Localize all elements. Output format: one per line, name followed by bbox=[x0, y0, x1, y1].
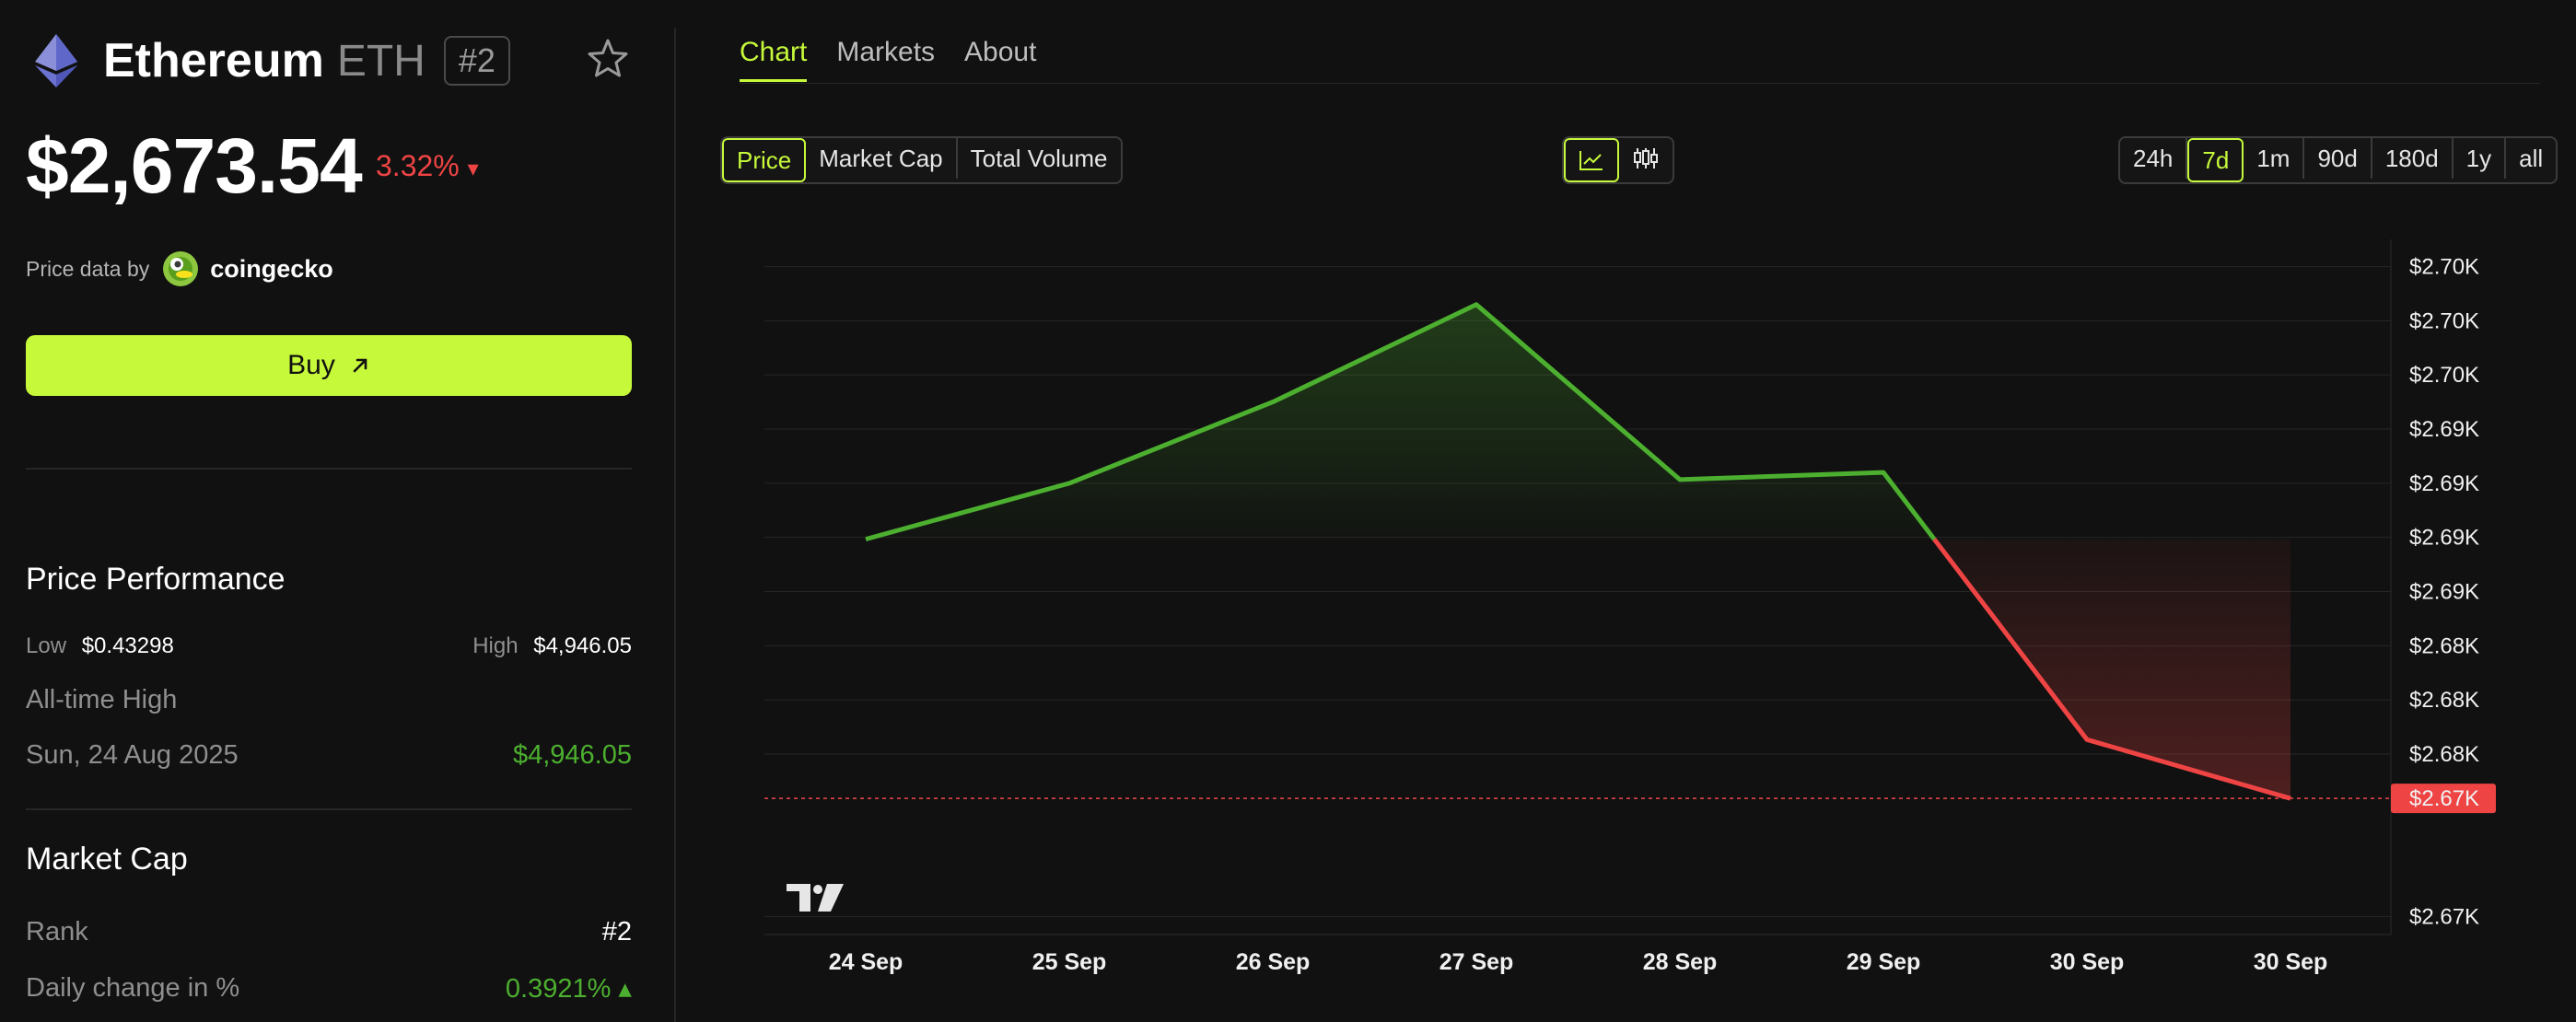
y-tick-label: $2.70K bbox=[2409, 255, 2479, 280]
area-below-start bbox=[1934, 539, 2290, 799]
price-source: Price data by coingecko bbox=[26, 250, 333, 287]
line-chart-button[interactable] bbox=[1564, 138, 1619, 182]
rank-label: Rank bbox=[26, 917, 88, 947]
price-performance-title: Price Performance bbox=[26, 562, 286, 597]
range-toggle: 24h 7d 1m 90d 180d 1y all bbox=[2118, 136, 2559, 184]
range-90d[interactable]: 90d bbox=[2304, 138, 2372, 179]
range-all[interactable]: all bbox=[2506, 138, 2556, 179]
x-tick-label: 29 Sep bbox=[1847, 949, 1921, 975]
y-tick-label: $2.67K bbox=[2409, 904, 2479, 929]
y-tick-label: $2.69K bbox=[2409, 471, 2479, 496]
daily-change-value: 0.3921% ▴ bbox=[505, 974, 632, 1004]
buy-button[interactable]: Buy bbox=[26, 335, 632, 396]
x-tick-label: 26 Sep bbox=[1236, 949, 1311, 975]
low-value: $0.43298 bbox=[81, 633, 174, 658]
price-source-label: Price data by bbox=[26, 256, 150, 281]
coin-header: Ethereum ETH #2 bbox=[35, 28, 510, 94]
ath-label: All-time High bbox=[26, 685, 178, 714]
metric-total-volume[interactable]: Total Volume bbox=[958, 138, 1121, 179]
range-24h[interactable]: 24h bbox=[2120, 138, 2188, 179]
metric-toggle: Price Market Cap Total Volume bbox=[720, 136, 1123, 184]
x-tick-label: 27 Sep bbox=[1440, 949, 1514, 975]
ethereum-icon bbox=[35, 34, 77, 87]
tab-underline bbox=[740, 83, 2540, 84]
y-tick-label: $2.70K bbox=[2409, 308, 2479, 333]
coingecko-logo-icon bbox=[163, 251, 199, 286]
daily-change-label: Daily change in % bbox=[26, 973, 240, 1003]
ath-date: Sun, 24 Aug 2025 bbox=[26, 740, 239, 770]
x-tick-label: 28 Sep bbox=[1643, 949, 1718, 975]
ath-label-row: All-time High bbox=[26, 685, 632, 715]
x-tick-label: 24 Sep bbox=[829, 949, 903, 975]
x-tick-label: 30 Sep bbox=[2050, 949, 2125, 975]
ath-row: Sun, 24 Aug 2025 $4,946.05 bbox=[26, 740, 632, 771]
range-1m[interactable]: 1m bbox=[2244, 138, 2305, 179]
y-tick-label: $2.69K bbox=[2409, 526, 2479, 551]
panel-divider bbox=[674, 28, 676, 1022]
tab-chart[interactable]: Chart bbox=[740, 37, 808, 82]
line-chart-icon bbox=[1579, 151, 1603, 170]
metric-market-cap[interactable]: Market Cap bbox=[806, 138, 958, 179]
coin-panel: Ethereum ETH #2 $2,673.54 3.32% ▾ Price … bbox=[0, 0, 674, 1022]
range-180d[interactable]: 180d bbox=[2372, 138, 2454, 179]
low-group: Low $0.43298 bbox=[26, 633, 174, 659]
chart-type-toggle bbox=[1562, 136, 1674, 184]
high-group: High $4,946.05 bbox=[472, 633, 632, 659]
daily-change-row: Daily change in % 0.3921% ▴ bbox=[26, 972, 632, 1005]
price-source-provider[interactable]: coingecko bbox=[210, 255, 333, 284]
ath-value: $4,946.05 bbox=[512, 740, 632, 770]
last-price-label: $2.67K bbox=[2409, 786, 2479, 811]
high-value: $4,946.05 bbox=[533, 633, 632, 658]
y-tick-label: $2.68K bbox=[2409, 633, 2479, 658]
y-tick-label: $2.69K bbox=[2409, 417, 2479, 442]
tab-about[interactable]: About bbox=[964, 37, 1036, 82]
rank-badge: #2 bbox=[443, 36, 510, 86]
arrow-up-right-icon bbox=[353, 358, 367, 373]
y-tick-label: $2.70K bbox=[2409, 363, 2479, 388]
metric-price[interactable]: Price bbox=[722, 138, 807, 182]
rank-value: #2 bbox=[601, 917, 632, 947]
candlestick-icon bbox=[1634, 148, 1658, 168]
range-1y[interactable]: 1y bbox=[2454, 138, 2507, 179]
high-label: High bbox=[472, 633, 519, 658]
low-high-row: Low $0.43298 High $4,946.05 bbox=[26, 633, 632, 659]
y-tick-label: $2.69K bbox=[2409, 580, 2479, 605]
rank-row: Rank #2 bbox=[26, 917, 632, 947]
tab-markets[interactable]: Markets bbox=[836, 37, 935, 82]
price-chart[interactable]: $2.70K $2.70K $2.70K $2.69K $2.69K $2.69K $2.6… bbox=[764, 239, 2570, 976]
tab-bar: Chart Markets About bbox=[740, 37, 1036, 82]
change-down-icon: ▾ bbox=[467, 157, 479, 181]
y-tick-label: $2.68K bbox=[2409, 688, 2479, 713]
market-cap-title: Market Cap bbox=[26, 842, 188, 877]
price-change: 3.32% ▾ bbox=[376, 149, 479, 183]
divider bbox=[26, 468, 632, 470]
coin-symbol: ETH bbox=[336, 36, 425, 86]
y-tick-label: $2.68K bbox=[2409, 742, 2479, 767]
coin-price: $2,673.54 bbox=[26, 122, 363, 209]
range-7d[interactable]: 7d bbox=[2187, 138, 2244, 182]
price-change-value: 3.32% bbox=[376, 149, 460, 182]
buy-label: Buy bbox=[287, 350, 335, 380]
tradingview-logo bbox=[787, 884, 844, 912]
x-tick-label: 30 Sep bbox=[2254, 949, 2328, 975]
candlestick-button[interactable] bbox=[1619, 138, 1673, 179]
divider bbox=[26, 808, 632, 810]
coin-name: Ethereum bbox=[103, 34, 324, 87]
low-label: Low bbox=[26, 633, 67, 658]
x-tick-label: 25 Sep bbox=[1032, 949, 1107, 975]
star-icon[interactable] bbox=[586, 37, 630, 81]
